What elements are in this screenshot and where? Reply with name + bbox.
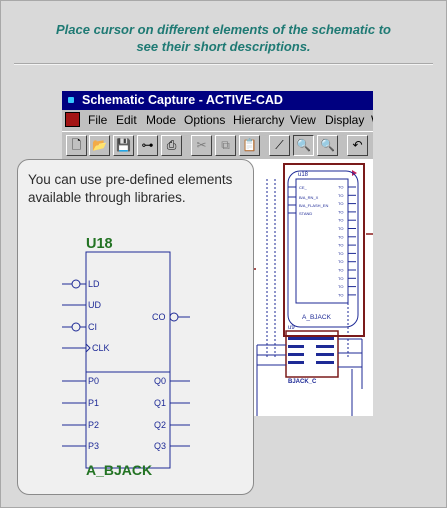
menu-options[interactable]: Options (184, 110, 225, 130)
library-symbol-enlarged: U18 LD UD CI CLK CO P0 P1 P2 P3 Q0 Q1 Q2… (62, 236, 190, 478)
schematic-right-pin: TO (338, 209, 343, 214)
symbol-name-label: A_BJACK (86, 462, 152, 478)
symbol-pin-co: CO (152, 312, 166, 322)
schematic-right-pin: TO (338, 251, 343, 256)
app-title-bar: Schematic Capture - ACTIVE-CAD (62, 91, 373, 110)
symbol-ref-label: U18 (86, 236, 113, 252)
schematic-right-pin: TO (338, 234, 343, 239)
cut-icon[interactable]: ✂ (191, 135, 212, 156)
symbol-pin-p3: P3 (88, 441, 99, 451)
symbol-pin-q2: Q2 (154, 420, 166, 430)
schematic-u9-name: BJACK_C (288, 379, 317, 385)
symbol-pin-p2: P2 (88, 420, 99, 430)
schematic-u18-ref: u18 (298, 172, 309, 178)
schematic-left-pin: STAND (299, 211, 312, 216)
menu-window[interactable]: W (371, 110, 373, 130)
symbol-pin-p1: P1 (88, 398, 99, 408)
open-folder-icon[interactable]: 📂 (89, 135, 110, 156)
symbol-pin-ci: CI (88, 322, 97, 332)
copy-icon[interactable]: ⧉ (215, 135, 236, 156)
undo-icon[interactable]: ↶ (347, 135, 368, 156)
hierarchy-tree-icon[interactable]: ⊶ (137, 135, 158, 156)
menu-file[interactable]: File (88, 110, 107, 130)
symbol-pin-ud: UD (88, 300, 101, 310)
schematic-left-pin: B/A_RN_X (299, 195, 319, 200)
symbol-pin-q1: Q1 (154, 398, 166, 408)
zoom-area-icon[interactable]: 🔍 (317, 135, 338, 156)
menu-mode[interactable]: Mode (146, 110, 176, 130)
schematic-right-pin: TO (338, 201, 343, 206)
paste-icon[interactable]: 📋 (239, 135, 260, 156)
schematic-right-pin: TO (338, 185, 343, 190)
window-icon (68, 97, 74, 103)
schematic-left-pin: B/A_FLASH_EN (299, 203, 328, 208)
schematic-u9-ref: u9 (288, 325, 295, 331)
schematic-right-pin: TO (338, 259, 343, 264)
instruction-line-1: Place cursor on different elements of th… (56, 22, 391, 37)
schematic-right-pin: TO (338, 284, 343, 289)
schematic-u18-name: A_BJACK (302, 314, 332, 321)
schematic-right-pin: TO (338, 218, 343, 223)
symbol-pin-ld: LD (88, 279, 100, 289)
new-document-icon[interactable]: 🗋 (66, 135, 87, 156)
schematic-left-pin: CE_ (299, 185, 308, 190)
zoom-icon[interactable]: 🔍 (293, 135, 314, 156)
symbol-pin-q0: Q0 (154, 376, 166, 386)
symbol-pin-p0: P0 (88, 376, 99, 386)
menu-view[interactable]: View (290, 110, 316, 130)
description-callout: You can use pre-defined elements availab… (17, 159, 254, 495)
schematic-right-pin: TO (338, 292, 343, 297)
instruction-line-2: see their short descriptions. (136, 39, 311, 54)
menu-edit[interactable]: Edit (116, 110, 137, 130)
draw-wire-icon[interactable]: ⟋ (269, 135, 290, 156)
app-menu-icon[interactable] (65, 112, 80, 127)
save-disk-icon[interactable]: 💾 (113, 135, 134, 156)
divider (14, 63, 433, 65)
menu-hierarchy[interactable]: Hierarchy (233, 110, 284, 130)
symbol-pin-q3: Q3 (154, 441, 166, 451)
schematic-right-pin: TO (338, 276, 343, 281)
schematic-right-pin: TO (338, 243, 343, 248)
symbol-pin-clk: CLK (92, 343, 110, 353)
schematic-right-pin: TO (338, 193, 343, 198)
schematic-right-pin: TO (338, 226, 343, 231)
menu-display[interactable]: Display (325, 110, 364, 130)
schematic-right-pin: TO (338, 268, 343, 273)
instruction-text: Place cursor on different elements of th… (20, 21, 427, 55)
toolbar: 🗋 📂 💾 ⊶ ⎙ ✂ ⧉ 📋 ⟋ 🔍 🔍 ↶ (62, 131, 373, 160)
menu-bar: File Edit Mode Options Hierarchy View Di… (62, 110, 373, 130)
app-title: Schematic Capture - ACTIVE-CAD (82, 93, 283, 107)
print-icon[interactable]: ⎙ (161, 135, 182, 156)
